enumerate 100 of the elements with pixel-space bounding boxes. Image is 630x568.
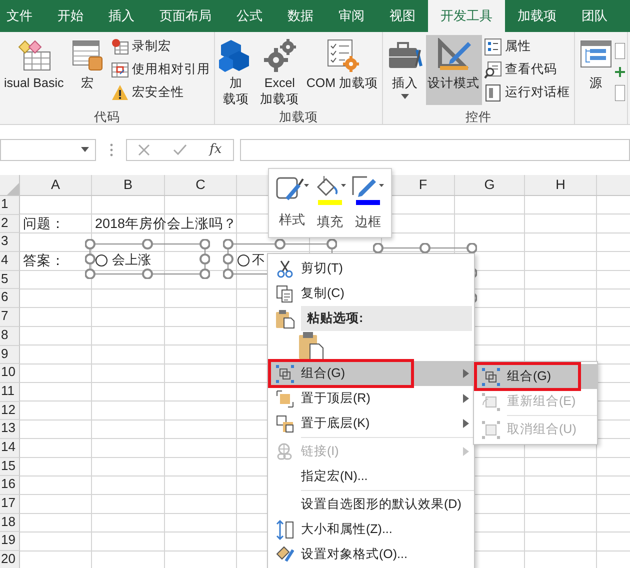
row-header[interactable]: 5 — [0, 270, 20, 290]
clipboard-icon — [298, 331, 324, 361]
cell-text: 答案： — [23, 252, 65, 270]
cell-text: 问题： — [23, 214, 65, 232]
outline-pencil-icon — [351, 175, 385, 197]
size-icon — [276, 520, 294, 540]
ribbon-button[interactable]: isual Basic — [2, 35, 66, 105]
ribbon-tab[interactable]: 开发工具 — [428, 0, 505, 32]
toolbar-button[interactable]: 填充 — [312, 175, 348, 231]
menu-item[interactable]: 复制(C) — [268, 281, 474, 306]
cell-text: 2018年房价会上涨吗？ — [95, 214, 238, 232]
menu-item[interactable]: 置于底层(K) — [268, 411, 474, 436]
clipboard-icon — [274, 308, 294, 328]
ribbon-tab[interactable]: 公式 — [224, 0, 275, 32]
menu-item[interactable]: 剪切(T) — [268, 256, 474, 281]
row-header[interactable]: 18 — [0, 514, 20, 532]
ungroup-icon — [482, 420, 500, 438]
ribbon-tab[interactable]: 团队 — [569, 0, 620, 32]
ribbon-button[interactable]: COM 加载项 — [304, 35, 380, 105]
ribbon-button[interactable]: 宏 — [68, 35, 106, 105]
view-code-icon — [484, 60, 502, 78]
menu-item[interactable]: 设置自选图形的默认效果(D) — [268, 492, 474, 517]
group-icon — [482, 368, 500, 386]
row-header[interactable]: 7 — [0, 308, 20, 327]
ribbon-tab[interactable]: 文件 — [0, 0, 45, 32]
ribbon-button[interactable]: 使用相对引用 — [109, 58, 212, 81]
row-header[interactable]: 10 — [0, 364, 20, 383]
shape-style-icon — [275, 175, 309, 203]
row-header[interactable]: 13 — [0, 420, 20, 439]
submenu-arrow-icon — [463, 394, 469, 403]
ribbon-button[interactable]: 运行对话框 — [482, 81, 572, 104]
ribbon-button[interactable]: 源 — [577, 35, 615, 105]
menu-item[interactable]: 指定宏(N)... — [268, 464, 474, 489]
row-header[interactable]: 9 — [0, 346, 20, 364]
menu-item[interactable]: 置于顶层(R) — [268, 386, 474, 411]
ribbon-button[interactable]: 加 载项 — [217, 35, 255, 110]
formula-input[interactable] — [240, 138, 630, 160]
menu-item[interactable]: 组合(G) — [474, 364, 597, 389]
row-header[interactable]: 2 — [0, 214, 20, 234]
ribbon-button[interactable]: 查看代码 — [482, 58, 572, 81]
menu-section-header: 粘贴选项: — [301, 306, 472, 331]
row-header[interactable]: 6 — [0, 289, 20, 308]
ribbon-button[interactable]: 宏安全性 — [109, 81, 212, 104]
row-header[interactable]: 14 — [0, 438, 20, 458]
menu-item[interactable]: 组合(G) — [268, 361, 474, 386]
ribbon-tab[interactable]: 审阅 — [326, 0, 377, 32]
option-label: 会上涨 — [112, 252, 151, 268]
toolbar-button[interactable]: 样式 — [274, 175, 310, 231]
chain-link-icon — [276, 442, 294, 460]
regroup-icon — [482, 392, 500, 410]
row-header[interactable]: 16 — [0, 476, 20, 495]
ribbon-tab[interactable]: 插入 — [96, 0, 147, 32]
paste-option-button[interactable] — [298, 331, 324, 361]
ribbon-tab[interactable]: 开始 — [45, 0, 96, 32]
row-header[interactable]: 12 — [0, 402, 20, 420]
column-header[interactable]: A — [20, 175, 92, 195]
row-header[interactable]: 3 — [0, 233, 20, 252]
submenu-arrow-icon — [463, 447, 469, 456]
group-label: 加载项 — [278, 109, 319, 124]
group-label: 控件 — [464, 109, 492, 124]
plus-icon — [615, 67, 625, 77]
copy-icon — [276, 284, 294, 302]
column-header[interactable]: G — [455, 175, 525, 195]
row-header[interactable]: 15 — [0, 458, 20, 476]
ribbon-tab[interactable]: 加载项 — [505, 0, 569, 32]
ribbon-button[interactable]: 设计模式 — [426, 35, 482, 105]
ribbon-button[interactable]: 属性 — [482, 35, 572, 58]
ribbon-tab[interactable]: 视图 — [377, 0, 428, 32]
row-header[interactable]: 1 — [0, 196, 20, 215]
column-header[interactable]: C — [165, 175, 237, 195]
row-header[interactable]: 11 — [0, 382, 20, 402]
ribbon-tab[interactable]: 页面布局 — [147, 0, 224, 32]
insert-function-button[interactable]: fx — [206, 142, 226, 157]
row-header[interactable]: 4 — [0, 252, 20, 271]
menu-item[interactable]: 设置对象格式(O)... — [268, 542, 474, 567]
ribbon-button[interactable]: 录制宏 — [109, 35, 212, 58]
set-square-pencil-icon — [436, 38, 472, 72]
column-header[interactable]: H — [525, 175, 597, 195]
row-header[interactable]: 20 — [0, 551, 20, 568]
row-header[interactable]: 19 — [0, 532, 20, 552]
submenu-arrow-icon — [463, 419, 469, 428]
group-label: 代码 — [93, 109, 121, 124]
group-icon — [276, 364, 294, 382]
selection-frame[interactable] — [85, 239, 210, 279]
column-header[interactable]: B — [92, 175, 165, 195]
table-icon — [615, 43, 625, 59]
row-header[interactable]: 8 — [0, 326, 20, 346]
format-shape-icon — [276, 546, 294, 564]
ribbon-button[interactable]: 插入 — [385, 35, 425, 105]
ribbon-button[interactable]: Excel 加载项 — [258, 35, 302, 110]
option-label: 不 — [252, 252, 265, 268]
properties-icon — [484, 38, 502, 56]
row-header[interactable]: 17 — [0, 495, 20, 514]
menu-item[interactable]: 大小和属性(Z)... — [268, 517, 474, 542]
dropdown-caret-icon — [81, 147, 89, 152]
table-icon — [615, 85, 625, 101]
ribbon-tab[interactable]: 数据 — [275, 0, 326, 32]
record-icon — [111, 38, 129, 56]
toolbar-button[interactable]: 边框 — [350, 175, 386, 231]
send-to-back-icon — [276, 414, 294, 432]
